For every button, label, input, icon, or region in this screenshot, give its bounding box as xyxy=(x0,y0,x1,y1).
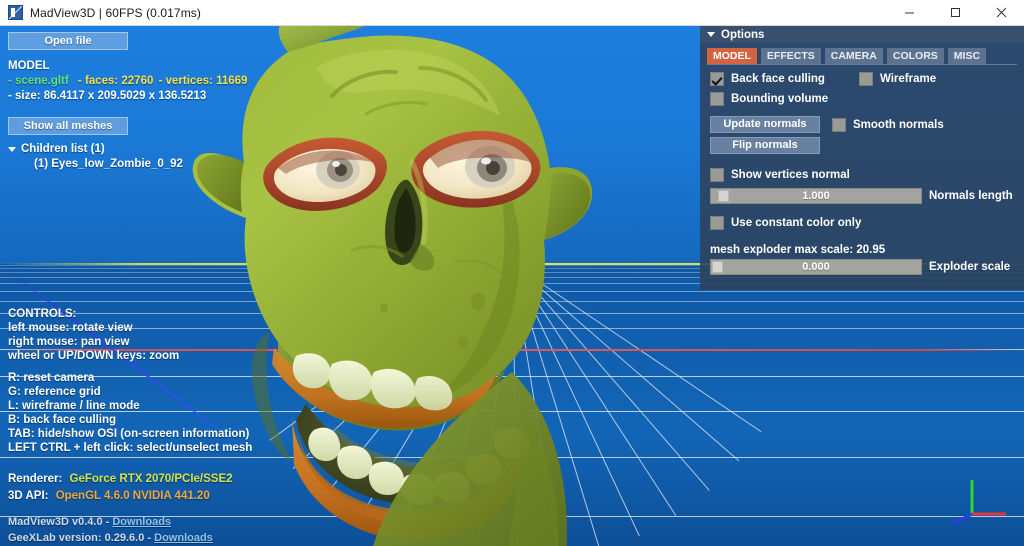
show-all-meshes-button[interactable]: Show all meshes xyxy=(8,117,128,135)
children-list-toggle[interactable]: Children list (1) xyxy=(8,143,300,155)
model-stats-row: - scene.gltf - faces: 22760 - vertices: … xyxy=(8,75,300,88)
use-constant-color-only-checkbox[interactable] xyxy=(710,216,724,230)
renderer-label: Renderer: xyxy=(8,473,63,485)
options-panel-header[interactable]: Options xyxy=(700,26,1024,43)
madview3d-version: MadView3D v0.4.0 - xyxy=(8,516,113,528)
options-tab-bar: MODEL EFFECTS CAMERA COLORS MISC xyxy=(700,43,1024,64)
exploder-scale-value: 0.000 xyxy=(802,261,830,273)
smooth-normals-label: Smooth normals xyxy=(853,118,944,131)
tab-effects[interactable]: EFFECTS xyxy=(760,48,821,64)
geexlab-downloads-link[interactable]: Downloads xyxy=(154,532,213,544)
madview3d-version-row: MadView3D v0.4.0 - Downloads xyxy=(8,514,233,530)
controls-help-block: CONTROLS: left mouse: rotate view right … xyxy=(8,307,252,455)
exploder-scale-slider-handle[interactable] xyxy=(712,261,723,273)
api-value: OpenGL 4.6.0 NVIDIA 441.20 xyxy=(55,490,210,502)
key-help-2: L: wireframe / line mode xyxy=(8,400,140,412)
use-constant-color-row: Use constant color only xyxy=(710,216,1014,230)
key-help-3: B: back face culling xyxy=(8,414,117,426)
normals-length-row: 1.000 Normals length xyxy=(710,188,1014,204)
geexlab-version-row: GeeXLab version: 0.29.6.0 - Downloads xyxy=(8,530,233,546)
exploder-scale-row: 0.000 Exploder scale xyxy=(710,259,1014,275)
normals-length-value: 1.000 xyxy=(802,190,830,202)
chevron-down-icon xyxy=(8,146,16,152)
control-help-2: wheel or UP/DOWN keys: zoom xyxy=(8,350,180,362)
exploder-scale-slider[interactable]: 0.000 xyxy=(710,259,922,275)
wireframe-label: Wireframe xyxy=(879,73,937,85)
update-normals-row: Update normals Smooth normals xyxy=(710,116,1014,133)
renderer-value: GeForce RTX 2070/PCIe/SSE2 xyxy=(69,473,233,485)
options-panel: Options MODEL EFFECTS CAMERA COLORS MISC… xyxy=(700,26,1024,290)
show-vertices-normal-checkbox[interactable] xyxy=(710,168,724,182)
normals-length-slider-handle[interactable] xyxy=(718,190,729,202)
tab-misc[interactable]: MISC xyxy=(947,48,987,64)
minimize-icon[interactable] xyxy=(886,0,932,26)
normals-length-slider[interactable]: 1.000 xyxy=(710,188,922,204)
close-icon[interactable] xyxy=(978,0,1024,26)
madview3d-downloads-link[interactable]: Downloads xyxy=(112,516,171,528)
model-size: - size: 86.4117 x 209.5029 x 136.5213 xyxy=(8,90,207,102)
smooth-normals-checkbox[interactable] xyxy=(832,117,846,132)
tab-camera[interactable]: CAMERA xyxy=(824,48,883,64)
control-help-0: left mouse: rotate view xyxy=(8,322,133,334)
model-info-block: MODEL - scene.gltf - faces: 22760 - vert… xyxy=(8,60,300,103)
flip-normals-button[interactable]: Flip normals xyxy=(710,137,820,154)
control-help-1: right mouse: pan view xyxy=(8,336,130,348)
tab-colors[interactable]: COLORS xyxy=(886,48,944,64)
bounding-volume-row: Bounding volume xyxy=(710,92,1014,106)
open-file-button[interactable]: Open file xyxy=(8,32,128,50)
update-normals-button[interactable]: Update normals xyxy=(710,116,820,133)
madview3d-window: MadView3D | 60FPS (0.017ms) Open file MO… xyxy=(0,0,1024,546)
back-face-culling-label: Back face culling xyxy=(731,73,825,85)
show-vertices-normal-label: Show vertices normal xyxy=(731,169,850,181)
geexlab-version: GeeXLab version: 0.29.6.0 - xyxy=(8,532,155,544)
title-bar: MadView3D | 60FPS (0.017ms) xyxy=(0,0,1024,26)
window-controls xyxy=(886,0,1024,26)
key-help-4: TAB: hide/show OSI (on-screen informatio… xyxy=(8,428,250,440)
on-screen-information: Open file MODEL - scene.gltf - faces: 22… xyxy=(0,26,300,546)
key-help-5: LEFT CTRL + left click: select/unselect … xyxy=(8,442,253,454)
system-info-block: Renderer: GeForce RTX 2070/PCIe/SSE2 3D … xyxy=(8,470,233,546)
maximize-icon[interactable] xyxy=(932,0,978,26)
model-faces: - faces: 22760 xyxy=(77,75,154,87)
window-title: MadView3D | 60FPS (0.017ms) xyxy=(30,5,201,20)
back-face-culling-row: Back face culling Wireframe xyxy=(710,72,1014,86)
axis-gizmo xyxy=(948,478,1010,536)
model-file: - scene.gltf xyxy=(8,75,69,87)
key-help-1: G: reference grid xyxy=(8,386,101,398)
normals-length-label: Normals length xyxy=(929,190,1013,202)
api-label: 3D API: xyxy=(8,490,49,502)
flip-normals-row: Flip normals xyxy=(710,137,1014,154)
back-face-culling-checkbox[interactable] xyxy=(710,72,724,86)
bounding-volume-label: Bounding volume xyxy=(731,93,829,105)
exploder-scale-label: Exploder scale xyxy=(929,261,1011,273)
mesh-exploder-max-scale-note: mesh exploder max scale: 20.95 xyxy=(710,244,886,256)
model-tab-content: Back face culling Wireframe Bounding vol… xyxy=(700,65,1024,275)
chevron-down-icon xyxy=(707,32,715,37)
use-constant-color-only-label: Use constant color only xyxy=(731,217,862,229)
model-vertices: - vertices: 11669 xyxy=(158,75,248,87)
children-item-0[interactable]: (1) Eyes_low_Zombie_0_92 xyxy=(34,158,300,170)
children-list-label: Children list (1) xyxy=(21,143,105,155)
renderer-row: Renderer: GeForce RTX 2070/PCIe/SSE2 xyxy=(8,472,233,487)
madview3d-icon xyxy=(8,5,23,20)
options-panel-title: Options xyxy=(721,28,765,41)
model-heading: MODEL xyxy=(8,60,50,72)
show-vertices-normal-row: Show vertices normal xyxy=(710,168,1014,182)
api-row: 3D API: OpenGL 4.6.0 NVIDIA 441.20 xyxy=(8,489,233,504)
tab-model[interactable]: MODEL xyxy=(707,48,757,64)
wireframe-checkbox[interactable] xyxy=(858,72,873,86)
bounding-volume-checkbox[interactable] xyxy=(710,92,724,106)
controls-heading: CONTROLS: xyxy=(8,308,77,320)
children-tree: Children list (1) (1) Eyes_low_Zombie_0_… xyxy=(8,143,300,170)
key-help-0: R: reset camera xyxy=(8,372,95,384)
